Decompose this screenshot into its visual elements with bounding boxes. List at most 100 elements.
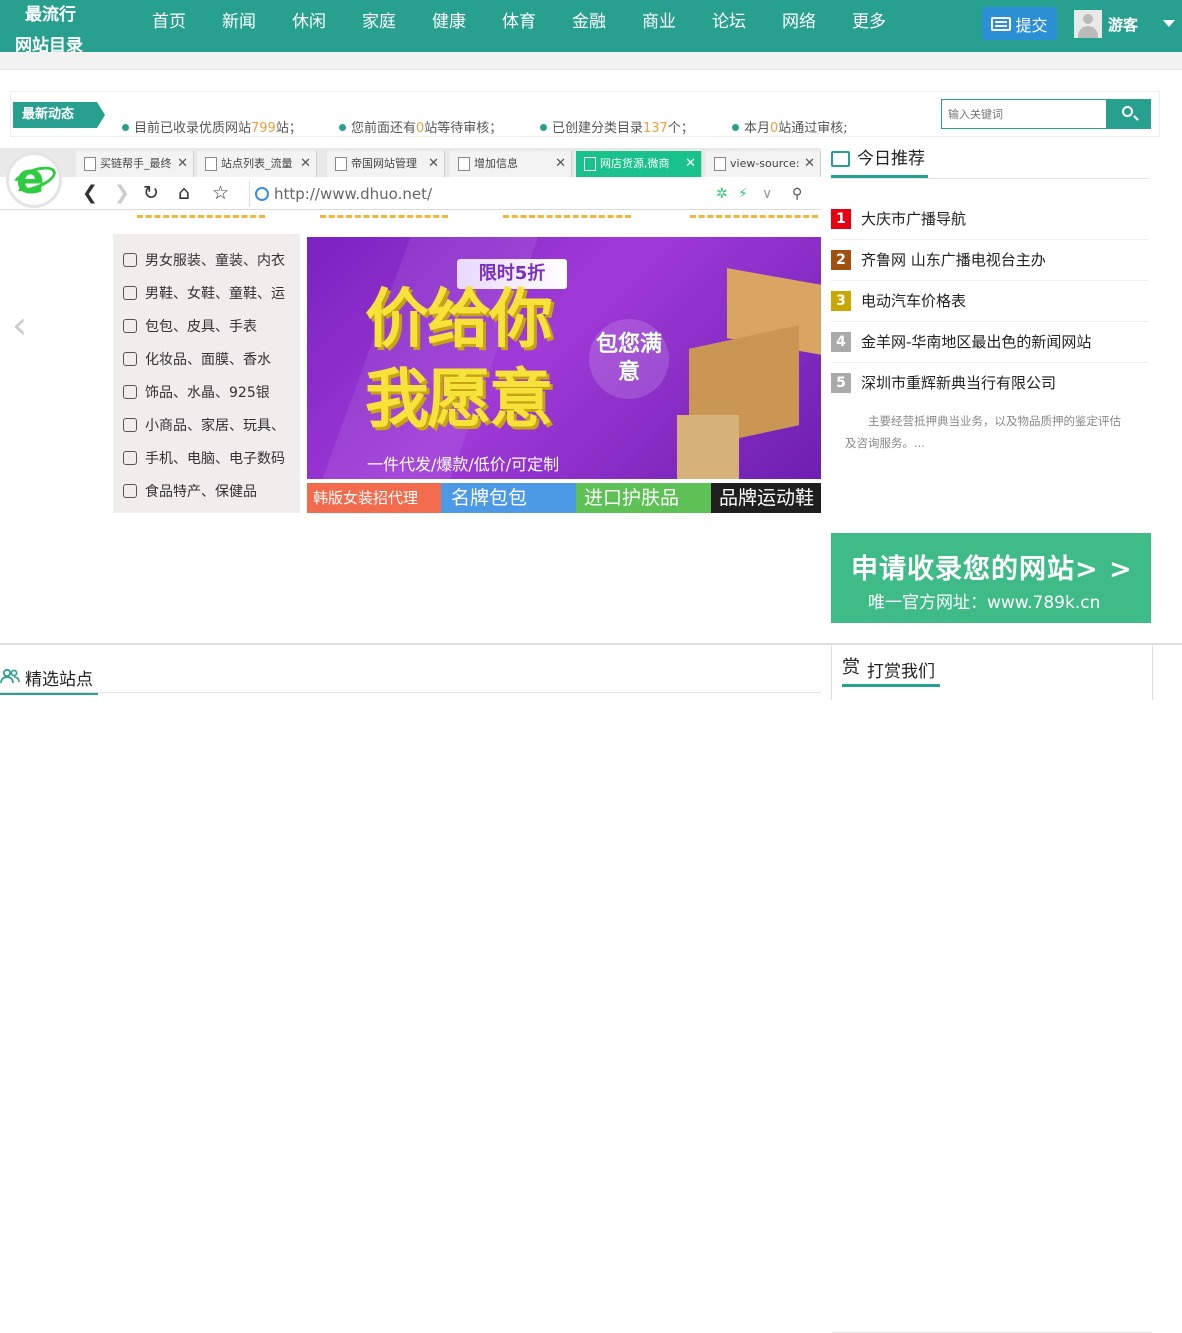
refresh-icon[interactable]: ↻ (143, 182, 159, 204)
recommend-title: 今日推荐 (831, 148, 928, 178)
nav-item-more[interactable]: 更多 (834, 0, 904, 52)
close-icon[interactable]: ✕ (428, 151, 439, 177)
decor-dashes (503, 210, 631, 218)
logo-line1: 最流行 (25, 5, 76, 25)
search-icon[interactable]: ⚲ (792, 186, 802, 202)
promo-cat[interactable]: 进口护肤品 (576, 483, 711, 513)
browser-tab[interactable]: 增加信息 ✕ (450, 151, 572, 177)
page-icon (458, 157, 470, 171)
chevron-down-icon[interactable]: ∨ (762, 186, 772, 202)
bullet-icon (732, 124, 739, 131)
submit-button[interactable]: 提交 (982, 7, 1057, 40)
nav-item-home[interactable]: 首页 (134, 0, 204, 52)
browser-tab[interactable]: 站点列表_流量 ✕ (197, 151, 317, 177)
recommend-item[interactable]: 1 大庆市广播导航 (831, 199, 1149, 240)
apply-subtitle: 唯一官方网址：www.789k.cn (868, 593, 1101, 613)
nav-item-family[interactable]: 家庭 (344, 0, 414, 52)
rank-badge: 4 (831, 332, 851, 352)
rank-badge: 1 (831, 209, 851, 229)
reward-card: 赏 打赏我们 (831, 645, 1153, 1333)
address-bar: ❮ ❯ ↻ ⌂ ☆ http://www.dhuo.net/ ✲ ⚡ ∨ ⚲ (0, 177, 821, 210)
promo-banner[interactable]: 限时5折 价给你 我愿意 包您满意 一件代发/爆款/低价/可定制 (307, 237, 821, 479)
category-item[interactable]: 化妆品、面膜、香水 (123, 349, 271, 369)
recommend-link[interactable]: 大庆市广播导航 (861, 208, 966, 229)
close-icon[interactable]: ✕ (177, 151, 188, 177)
home-icon[interactable]: ⌂ (178, 182, 190, 204)
shirt-icon (123, 253, 137, 267)
recommend-item[interactable]: 4 金羊网-华南地区最出色的新闻网站 (831, 322, 1149, 363)
close-icon[interactable]: ✕ (555, 151, 566, 177)
header-divider (0, 52, 1182, 70)
category-item[interactable]: 包包、皮具、手表 (123, 316, 257, 336)
browser-tab[interactable]: 帝国网站管理 ✕ (327, 151, 445, 177)
banner-headline-2: 我愿意 (365, 362, 553, 437)
stat-total-sites: 目前已收录优质网站799站； (122, 117, 302, 136)
search-button[interactable] (1107, 99, 1151, 129)
rank-badge: 2 (831, 250, 851, 270)
site-screenshot[interactable]: 买链帮手_最终 ✕ 站点列表_流量 ✕ 帝国网站管理 ✕ 增加信息 ✕ 网店货源,微商 ✕… (0, 148, 821, 513)
category-item[interactable]: 手机、电脑、电子数码 (123, 448, 285, 468)
nav-item-forum[interactable]: 论坛 (694, 0, 764, 52)
page-icon (84, 157, 96, 171)
nav-item-sports[interactable]: 体育 (484, 0, 554, 52)
promo-cat[interactable]: 韩版女装招代理 (307, 483, 441, 513)
recommend-item[interactable]: 5 深圳市重辉新典当行有限公司 (831, 363, 1149, 404)
nav-item-business[interactable]: 商业 (624, 0, 694, 52)
user-menu[interactable]: 游客 (1074, 9, 1138, 39)
forward-icon[interactable]: ❯ (114, 182, 130, 204)
featured-sites-title: 精选站点 (0, 665, 98, 695)
chevron-down-icon[interactable] (1163, 20, 1175, 27)
promo-cat[interactable]: 品牌运动鞋 (711, 483, 821, 513)
recommend-link[interactable]: 金羊网-华南地区最出色的新闻网站 (861, 331, 1091, 352)
category-item[interactable]: 男女服装、童装、内衣 (123, 250, 285, 270)
reward-icon: 赏 (842, 657, 860, 678)
search-input[interactable] (941, 99, 1107, 129)
recommend-item[interactable]: 2 齐鲁网 山东广播电视台主办 (831, 240, 1149, 281)
food-icon (123, 484, 137, 498)
banner-bubble: 包您满意 (589, 319, 669, 399)
category-item[interactable]: 男鞋、女鞋、童鞋、运 (123, 283, 285, 303)
browser-tab[interactable]: view-source: ✕ (706, 151, 821, 177)
close-icon[interactable]: ✕ (300, 151, 311, 177)
site-logo[interactable]: 最流行 网站目录 (0, 0, 106, 56)
stat-categories: 已创建分类目录137个； (540, 117, 694, 136)
decor-dashes (690, 210, 818, 218)
nav-item-network[interactable]: 网络 (764, 0, 834, 52)
back-icon[interactable]: ❮ (82, 182, 98, 204)
page-icon (335, 157, 347, 171)
apply-title: 申请收录您的网站> > (851, 554, 1133, 585)
category-item[interactable]: 饰品、水晶、925银 (123, 382, 270, 402)
nav-item-news[interactable]: 新闻 (204, 0, 274, 52)
page-icon (714, 157, 726, 171)
recommend-description: 主要经营抵押典当业务，以及物品质押的鉴定评估及咨询服务。... (845, 414, 1121, 450)
recommend-item[interactable]: 3 电动汽车价格表 (831, 281, 1149, 322)
jewelry-icon (123, 385, 137, 399)
browser-tab[interactable]: 买链帮手_最终 ✕ (76, 151, 194, 177)
nav-item-leisure[interactable]: 休闲 (274, 0, 344, 52)
url-field[interactable]: http://www.dhuo.net/ (249, 181, 432, 207)
star-icon[interactable]: ☆ (212, 182, 229, 204)
sync-icon[interactable]: ✲ (716, 186, 728, 202)
nav-item-health[interactable]: 健康 (414, 0, 484, 52)
browser-tab-active[interactable]: 网店货源,微商 ✕ (576, 151, 702, 177)
category-item[interactable]: 食品特产、保健品 (123, 481, 257, 501)
apply-banner[interactable]: 申请收录您的网站> > 唯一官方网址：www.789k.cn (831, 533, 1151, 623)
recommend-link[interactable]: 电动汽车价格表 (861, 290, 966, 311)
recommend-link[interactable]: 齐鲁网 山东广播电视台主办 (861, 249, 1046, 270)
nav-item-finance[interactable]: 金融 (554, 0, 624, 52)
shoe-icon (123, 286, 137, 300)
close-icon[interactable]: ✕ (685, 151, 696, 177)
bag-image (677, 415, 739, 479)
stat-approved-month: 本月0站通过审核; (732, 117, 848, 136)
promo-cat[interactable]: 名牌包包 (441, 483, 576, 513)
phone-icon (123, 451, 137, 465)
bullet-icon (540, 124, 547, 131)
decor-dashes (137, 210, 265, 218)
close-icon[interactable]: ✕ (804, 151, 815, 177)
category-item[interactable]: 小商品、家居、玩具、 (123, 415, 285, 435)
news-bar: 最新动态 目前已收录优质网站799站； 您前面还有0站等待审核； 已创建分类目录… (10, 91, 1160, 137)
banner-headline-1: 价给你 (365, 282, 553, 357)
carousel-prev-icon[interactable]: ‹ (12, 303, 27, 347)
recommend-link[interactable]: 深圳市重辉新典当行有限公司 (861, 372, 1056, 393)
lightning-icon[interactable]: ⚡ (738, 186, 748, 202)
